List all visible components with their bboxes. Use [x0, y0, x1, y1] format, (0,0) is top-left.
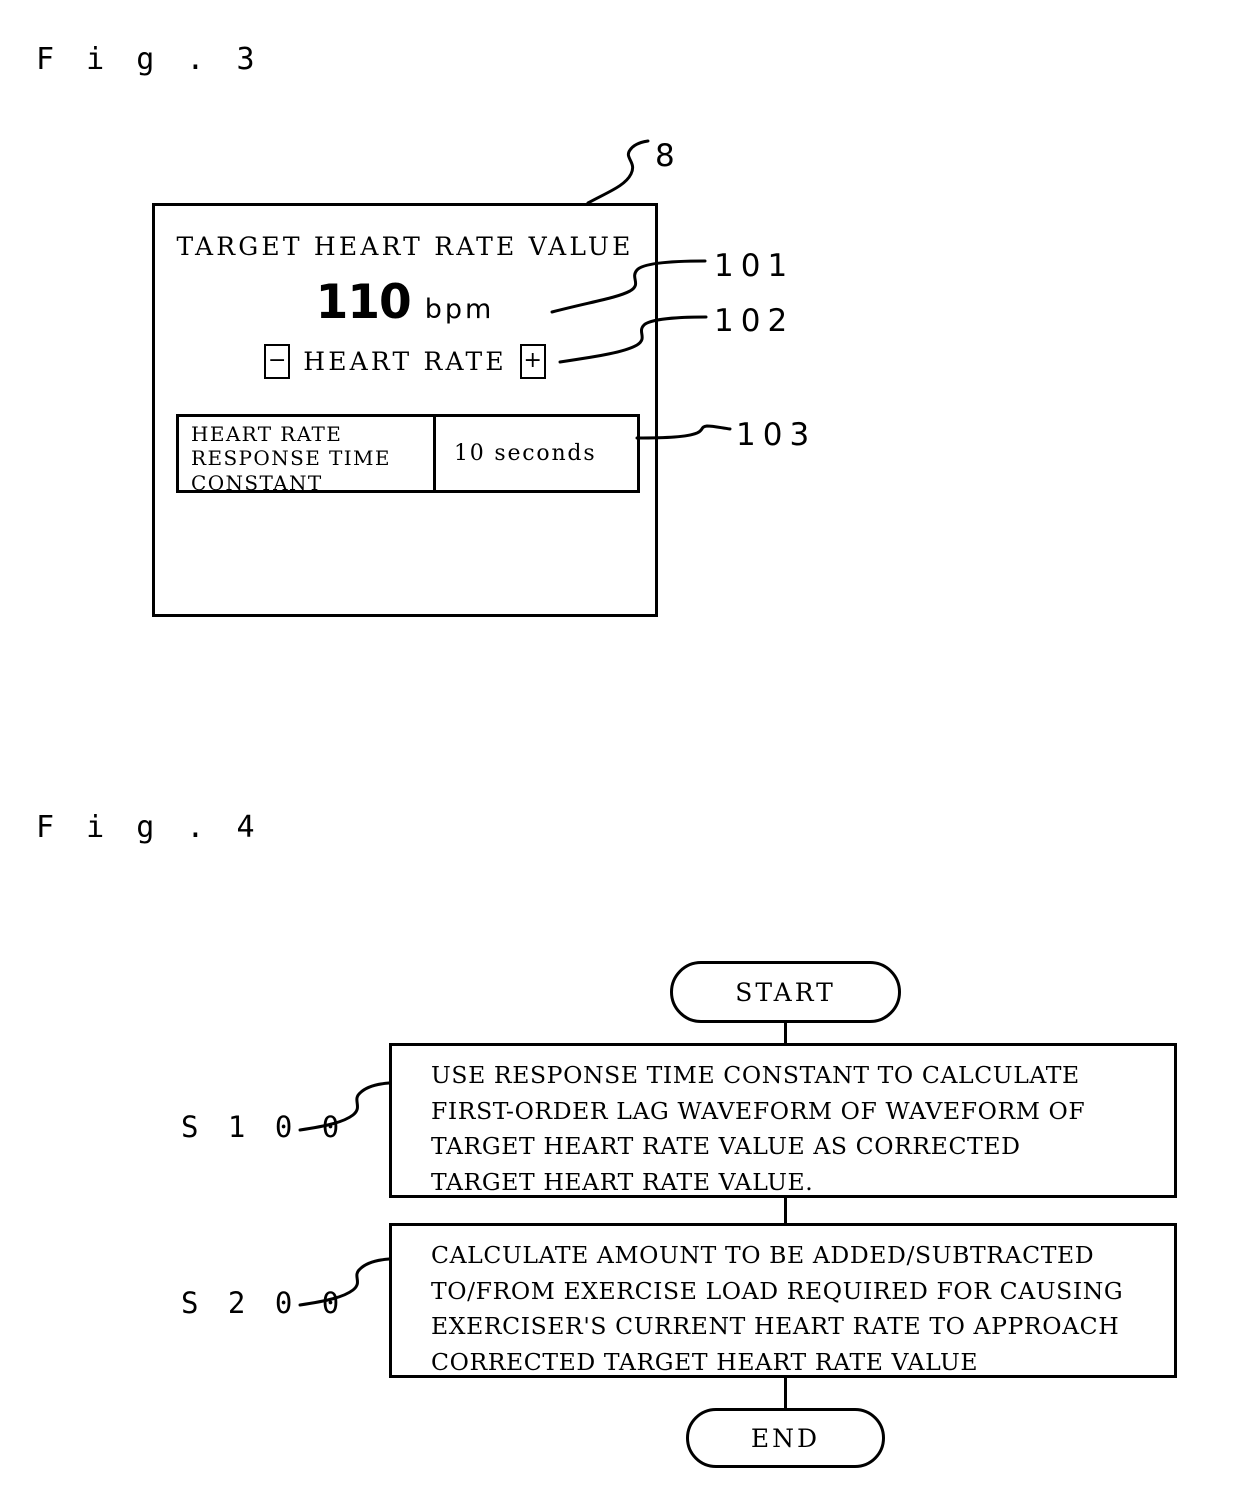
flowchart-end-terminator: END — [686, 1408, 885, 1468]
display-panel-8: TARGET HEART RATE VALUE 110 bpm − HEART … — [152, 203, 658, 617]
step-number-s200: S 2 0 0 — [181, 1286, 346, 1320]
leader-line-8 — [586, 139, 650, 205]
reference-numeral-8: 8 — [655, 138, 682, 174]
target-value-row: 110 bpm — [155, 279, 655, 326]
target-heart-rate-value: 110 — [315, 275, 412, 330]
connector-s200-to-end — [784, 1377, 787, 1409]
figure-4-label: F i g . 4 — [36, 810, 262, 845]
heart-rate-adjust-label: HEART RATE — [303, 347, 507, 376]
reference-numeral-102: 102 — [714, 303, 795, 339]
flowchart-step-s100: USE RESPONSE TIME CONSTANT TO CALCULATE … — [389, 1043, 1177, 1198]
decrease-heart-rate-button[interactable]: − — [264, 344, 291, 379]
heart-rate-unit-label: bpm — [424, 294, 495, 325]
flowchart-start-terminator: START — [670, 961, 901, 1023]
response-time-constant-label-cell: HEART RATE RESPONSE TIME CONSTANT — [179, 417, 436, 495]
response-time-constant-value-cell[interactable]: 10 seconds — [436, 417, 637, 490]
connector-start-to-s100 — [784, 1022, 787, 1044]
figure-3-label: F i g . 3 — [36, 42, 262, 77]
increase-heart-rate-button[interactable]: + — [519, 344, 546, 379]
panel-title: TARGET HEART RATE VALUE — [176, 232, 634, 261]
connector-s100-to-s200 — [784, 1197, 787, 1224]
step-number-s100: S 1 0 0 — [181, 1110, 346, 1144]
reference-numeral-101: 101 — [714, 248, 795, 284]
flowchart-step-s200: CALCULATE AMOUNT TO BE ADDED/SUBTRACTED … — [389, 1223, 1177, 1378]
reference-numeral-103: 103 — [736, 417, 817, 453]
heart-rate-adjust-row: − HEART RATE + — [155, 344, 655, 379]
response-time-constant-table: HEART RATE RESPONSE TIME CONSTANT 10 sec… — [176, 414, 640, 495]
